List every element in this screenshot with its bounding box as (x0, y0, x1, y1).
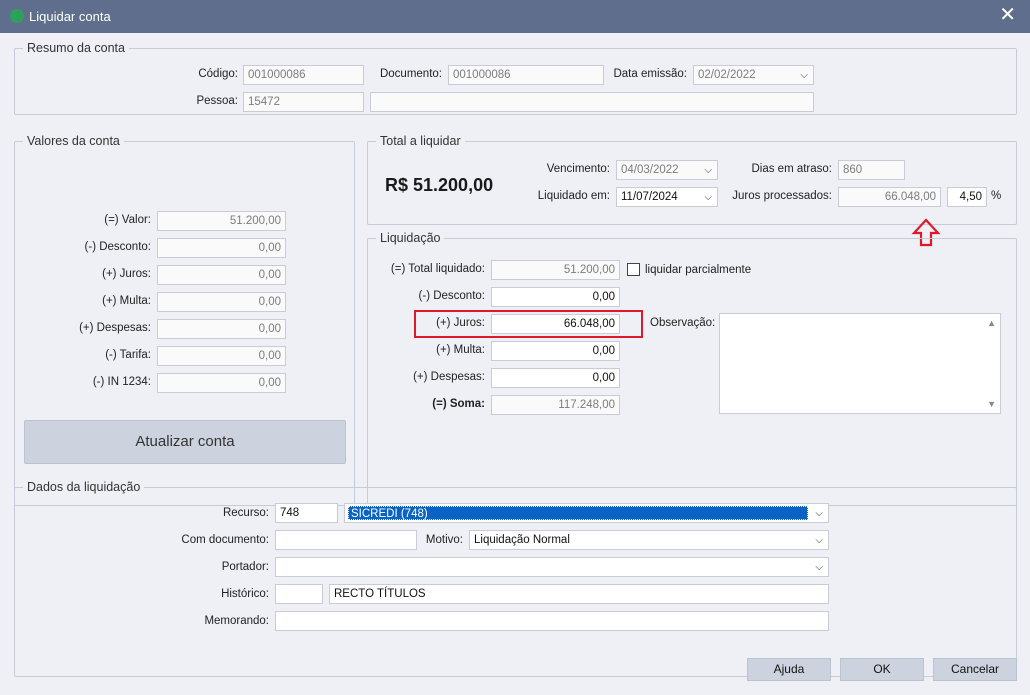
taxa-unit: % (991, 190, 1002, 202)
scroll-up-icon[interactable]: ▲ (987, 318, 996, 328)
multa-field[interactable]: 0,00 (157, 292, 286, 312)
motivo-label: Motivo: (425, 534, 463, 546)
liquidado-value: 11/07/2024 (621, 191, 678, 203)
chevron-down-icon[interactable]: ⌵ (815, 507, 823, 521)
recurso-select[interactable]: SICREDI (748) ⌵ (344, 503, 829, 523)
total-amount: R$ 51.200,00 (385, 175, 494, 195)
juros-field[interactable]: 0,00 (157, 265, 286, 285)
close-icon[interactable]: ✕ (999, 5, 1016, 25)
chevron-down-icon[interactable]: ⌵ (815, 561, 823, 575)
total-liquidado-field[interactable]: 51.200,00 (491, 260, 620, 280)
ajuda-button[interactable]: Ajuda (747, 658, 831, 681)
liq-desconto-field[interactable]: 0,00 (491, 287, 620, 307)
liquidado-field[interactable]: 11/07/2024 ⌵ (616, 187, 718, 207)
documento-label: Documento: (379, 68, 442, 80)
liq-juros-field[interactable]: 66.048,00 (491, 314, 620, 334)
desconto-field[interactable]: 0,00 (157, 238, 286, 258)
juros-processados-label: Juros processados: (732, 190, 832, 202)
chevron-down-icon[interactable]: ⌵ (815, 534, 823, 548)
recurso-code-field[interactable]: 748 (275, 503, 338, 523)
liquidar-parcialmente-checkbox[interactable] (627, 263, 640, 276)
motivo-value: Liquidação Normal (474, 534, 570, 546)
documento-field[interactable]: 001000086 (448, 65, 604, 85)
taxa-field[interactable]: 4,50 (947, 187, 987, 207)
liq-desconto-label: (-) Desconto: (418, 290, 485, 302)
data-emissao-field[interactable]: 02/02/2022 ⌵ (693, 65, 814, 85)
tarifa-field[interactable]: 0,00 (157, 346, 286, 366)
pessoa-id-field[interactable]: 15472 (243, 92, 364, 112)
codigo-label: Código: (198, 68, 238, 80)
title-bar: Liquidar conta ✕ (0, 0, 1030, 33)
liq-multa-label: (+) Multa: (436, 344, 485, 356)
dias-atraso-label: Dias em atraso: (751, 163, 832, 175)
liquidacao-legend: Liquidação (376, 231, 445, 245)
comdoc-field[interactable] (275, 530, 417, 550)
juros-processados-field[interactable]: 66.048,00 (838, 187, 941, 207)
valor-field[interactable]: 51.200,00 (157, 211, 286, 231)
scroll-down-icon[interactable]: ▼ (987, 399, 996, 409)
observacao-field[interactable]: ▲ ▼ (719, 313, 1001, 414)
historico-text-field[interactable]: RECTO TÍTULOS (329, 584, 829, 604)
historico-code-field[interactable] (275, 584, 323, 604)
chevron-down-icon[interactable]: ⌵ (704, 164, 712, 178)
valores-legend: Valores da conta (23, 134, 124, 148)
motivo-select[interactable]: Liquidação Normal ⌵ (469, 530, 829, 550)
valor-label: (=) Valor: (104, 214, 151, 226)
window-title: Liquidar conta (29, 9, 111, 24)
atualizar-conta-button[interactable]: Atualizar conta (24, 420, 346, 464)
ok-button[interactable]: OK (840, 658, 924, 681)
despesas-field[interactable]: 0,00 (157, 319, 286, 339)
vencimento-field[interactable]: 04/03/2022 ⌵ (616, 160, 718, 180)
codigo-field[interactable]: 001000086 (243, 65, 364, 85)
in1234-field[interactable]: 0,00 (157, 373, 286, 393)
data-emissao-value: 02/02/2022 (698, 69, 756, 81)
liq-despesas-field[interactable]: 0,00 (491, 368, 620, 388)
observacao-label: Observação: (650, 317, 716, 329)
total-liquidado-label: (=) Total liquidado: (390, 263, 485, 275)
in1234-label: (-) IN 1234: (92, 376, 151, 388)
vencimento-value: 04/03/2022 (621, 164, 679, 176)
portador-select[interactable]: ⌵ (275, 557, 829, 577)
portador-label: Portador: (221, 561, 269, 573)
app-logo-icon (10, 9, 24, 23)
liq-juros-label: (+) Juros: (436, 317, 485, 329)
dialog-body: Resumo da conta Código: 001000086 Docume… (0, 33, 1030, 695)
chevron-down-icon[interactable]: ⌵ (800, 69, 808, 83)
liquidado-label: Liquidado em: (537, 190, 610, 202)
chevron-down-icon[interactable]: ⌵ (704, 191, 712, 205)
recurso-label: Recurso: (222, 507, 269, 519)
comdoc-label: Com documento: (181, 534, 269, 546)
liquidar-parcialmente-label[interactable]: liquidar parcialmente (645, 264, 751, 276)
historico-label: Histórico: (221, 588, 269, 600)
despesas-label: (+) Despesas: (79, 322, 151, 334)
dias-atraso-field[interactable]: 860 (838, 160, 905, 180)
pessoa-name-field[interactable] (370, 92, 814, 112)
multa-label: (+) Multa: (102, 295, 151, 307)
liq-despesas-label: (+) Despesas: (413, 371, 485, 383)
memorando-field[interactable] (275, 611, 829, 631)
cancelar-button[interactable]: Cancelar (933, 658, 1017, 681)
vencimento-label: Vencimento: (546, 163, 610, 175)
data-emissao-label: Data emissão: (613, 68, 687, 80)
dados-legend: Dados da liquidação (23, 480, 145, 494)
liq-multa-field[interactable]: 0,00 (491, 341, 620, 361)
tarifa-label: (-) Tarifa: (105, 349, 151, 361)
soma-field[interactable]: 117.248,00 (491, 395, 620, 415)
memorando-label: Memorando: (204, 615, 269, 627)
soma-label: (=) Soma: (432, 398, 485, 410)
pessoa-label: Pessoa: (196, 95, 238, 107)
recurso-selected: SICREDI (748) (348, 506, 808, 520)
total-legend: Total a liquidar (376, 134, 465, 148)
desconto-label: (-) Desconto: (84, 241, 151, 253)
juros-label: (+) Juros: (102, 268, 151, 280)
resumo-legend: Resumo da conta (23, 41, 129, 55)
